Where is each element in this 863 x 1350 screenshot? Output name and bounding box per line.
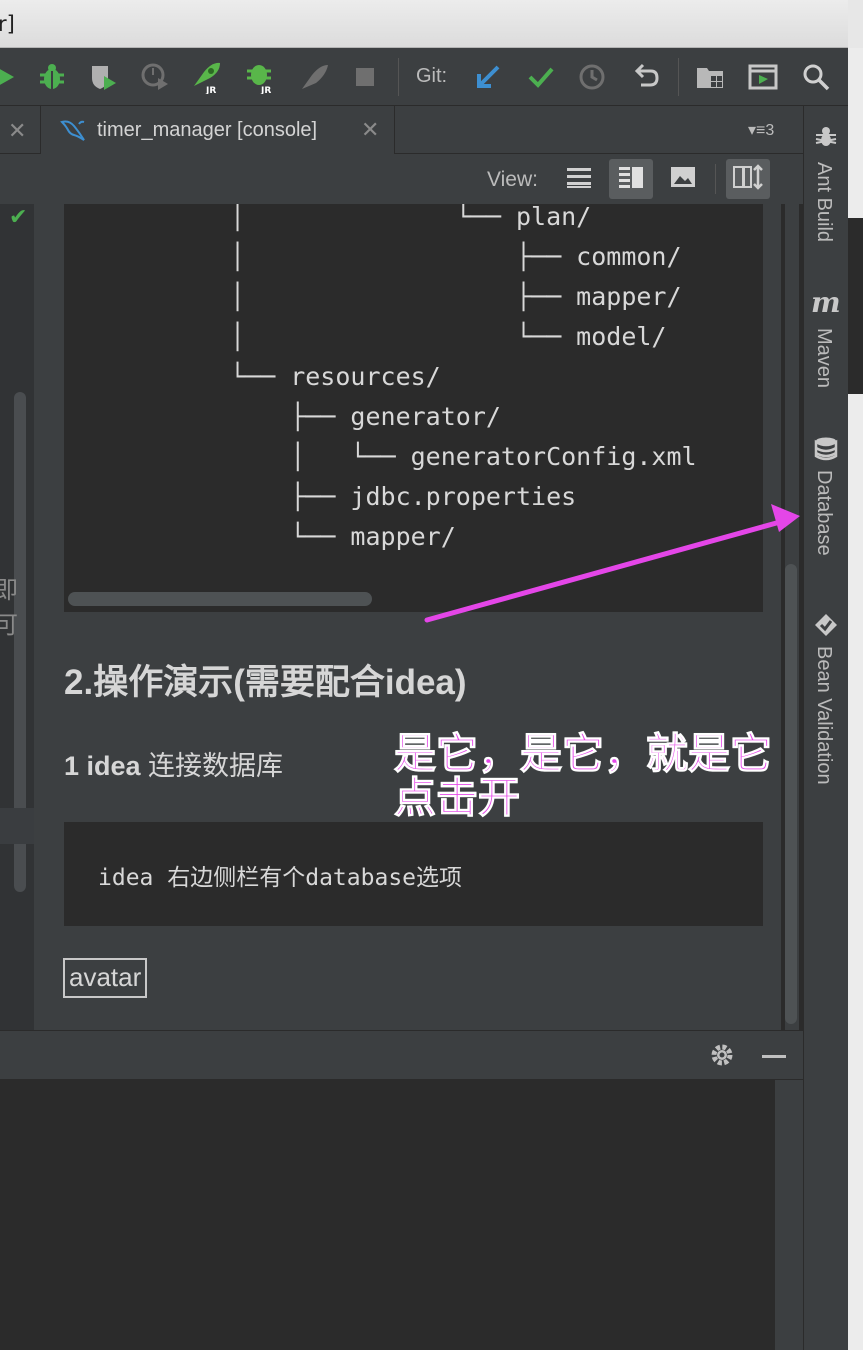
broken-image-avatar: avatar <box>63 958 148 998</box>
tab-label: timer_manager [console] <box>97 119 318 141</box>
tree-line: └── mapper/ <box>230 522 456 551</box>
run-icon[interactable] <box>0 60 22 94</box>
view-label: View: <box>487 168 538 191</box>
git-label: Git: <box>416 65 448 87</box>
tree-line: │ ├── mapper/ <box>230 282 682 311</box>
tool-database[interactable]: Database <box>804 436 849 576</box>
tool-label: Maven <box>813 328 835 389</box>
tool-window-content <box>0 1080 775 1350</box>
tool-label: Database <box>813 470 835 556</box>
preview-only-button[interactable] <box>661 159 705 199</box>
tree-line: │ ├── common/ <box>230 242 682 271</box>
profile-icon[interactable] <box>138 60 172 94</box>
search-everywhere-icon[interactable] <box>799 60 833 94</box>
subsection-heading-bold: 1 idea <box>64 751 141 781</box>
annotation-text: 是它，是它，就是它 点击开 <box>393 729 773 822</box>
vcs-update-icon[interactable] <box>471 60 505 94</box>
main-toolbar: JR JR Git: <box>0 48 848 106</box>
editor-tabs: ✕ timer_manager [console] ✕ ▾≡3 <box>0 106 803 154</box>
window-title: r] <box>0 12 15 36</box>
annotation-line: 是它，是它，就是它 <box>393 729 773 778</box>
minimize-icon[interactable] <box>762 1055 786 1058</box>
annotation-line: 点击开 <box>393 773 521 822</box>
preview-scrollbar-thumb[interactable] <box>785 564 797 1024</box>
preview-scrollbar[interactable] <box>785 204 799 1030</box>
toolbar-separator <box>398 58 399 96</box>
tool-label: Bean Validation <box>813 646 835 785</box>
jrebel-debug-badge-text: JR <box>260 86 271 94</box>
right-tool-strip: Ant Build m Maven Database Bean Validati… <box>803 106 848 1350</box>
tool-window-header <box>0 1030 803 1080</box>
ant-icon[interactable] <box>297 60 331 94</box>
tree-line: └── resources/ <box>230 362 441 391</box>
split-view-button[interactable] <box>609 159 653 199</box>
code-text: idea 右边侧栏有个database选项 <box>98 865 463 891</box>
close-icon[interactable]: ✕ <box>8 118 26 144</box>
toolbar-separator-2 <box>678 58 679 96</box>
editor-pane[interactable]: ✔ 即可 <box>0 204 34 1030</box>
sync-scroll-icon <box>733 163 763 195</box>
sync-scroll-button[interactable] <box>726 159 770 199</box>
tool-label: Ant Build <box>813 162 835 243</box>
tree-line: │ └── generatorConfig.xml <box>230 442 697 471</box>
tab-list-icon: ▾≡ <box>748 122 766 139</box>
tab-list-button[interactable]: ▾≡3 <box>748 120 774 140</box>
maven-icon: m <box>811 286 841 319</box>
subsection-heading-text: 连接数据库 <box>140 751 284 781</box>
markdown-view-toolbar: View: <box>0 154 803 204</box>
editor-text-fragment: 即可 <box>0 577 18 639</box>
tool-maven[interactable]: m Maven <box>804 286 849 402</box>
coverage-icon[interactable] <box>86 60 120 94</box>
editor-only-button[interactable] <box>557 159 601 199</box>
presentation-icon[interactable] <box>746 60 780 94</box>
stop-icon[interactable] <box>348 60 382 94</box>
ide-window: r] JR JR Git: ✕ timer_manager [console] … <box>0 0 863 1350</box>
jrebel-badge-text: JR <box>205 86 216 94</box>
tool-ant-build[interactable]: Ant Build <box>804 122 849 262</box>
tab-count: 3 <box>765 122 775 139</box>
lines-icon <box>566 166 592 193</box>
code-horizontal-scrollbar[interactable] <box>68 592 372 606</box>
split-view-icon <box>618 165 644 194</box>
subsection-heading: 1 idea 连接数据库 <box>64 744 283 783</box>
mysql-dolphin-icon <box>59 118 87 149</box>
tree-line: │ └── plan/ <box>230 204 592 231</box>
jrebel-debug-icon[interactable]: JR <box>243 60 277 94</box>
jrebel-run-icon[interactable]: JR <box>190 60 224 94</box>
directory-tree-code-block: │ └── plan/ │ ├── common/ │ ├── mapper/ … <box>64 204 763 612</box>
markdown-preview: │ └── plan/ │ ├── common/ │ ├── mapper/ … <box>34 204 781 1030</box>
close-icon[interactable]: ✕ <box>361 117 379 143</box>
bean-validation-icon <box>813 612 839 643</box>
window-background-edge <box>848 48 863 1350</box>
tool-bean-validation[interactable]: Bean Validation <box>804 612 849 812</box>
ant-icon <box>813 122 839 153</box>
check-icon: ✔ <box>9 204 28 229</box>
project-structure-icon[interactable] <box>694 60 728 94</box>
tool-window-scrollbar[interactable] <box>775 1080 803 1350</box>
tree-line: ├── jdbc.properties <box>230 482 577 511</box>
tree-line: │ └── model/ <box>230 322 667 351</box>
window-titlebar: r] <box>0 0 848 48</box>
code-block: idea 右边侧栏有个database选项 <box>64 822 763 926</box>
viewbar-separator <box>715 164 716 194</box>
vcs-revert-icon[interactable] <box>628 60 662 94</box>
current-line-highlight <box>0 808 34 844</box>
vcs-commit-icon[interactable] <box>524 60 558 94</box>
titlebar-edge <box>848 0 863 48</box>
image-icon <box>670 166 696 193</box>
gear-icon[interactable] <box>708 1041 736 1074</box>
tree-line: ├── generator/ <box>230 402 501 431</box>
debug-icon[interactable] <box>35 60 69 94</box>
tab-timer-manager-console[interactable]: timer_manager [console] ✕ <box>41 106 395 154</box>
database-icon <box>813 436 839 467</box>
vcs-history-icon[interactable] <box>575 60 609 94</box>
section-heading: 2.操作演示(需要配合idea) <box>64 663 467 702</box>
background-window-band <box>848 218 863 394</box>
